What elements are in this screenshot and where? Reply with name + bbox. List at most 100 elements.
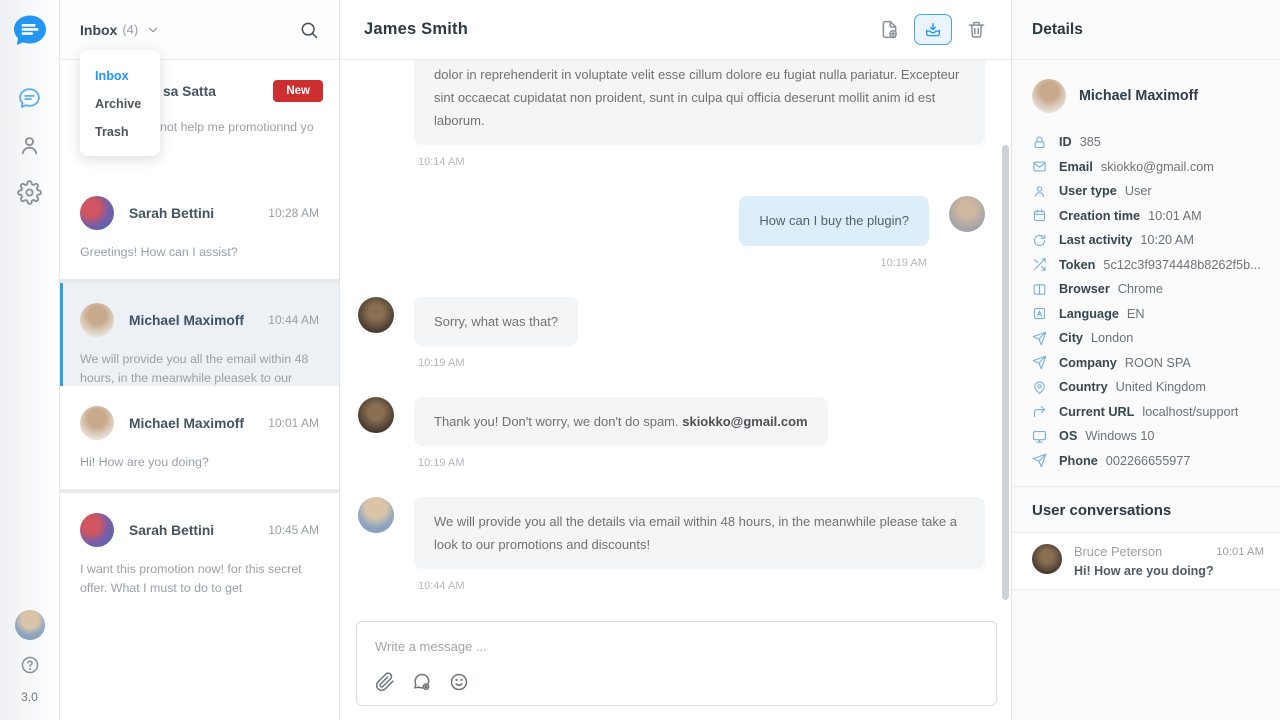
message-time: 10:19 AM xyxy=(418,357,578,369)
field-os: OS Windows 10 xyxy=(1012,424,1280,449)
message-time: 10:44 AM xyxy=(418,580,985,592)
conversation-item-michael-selected[interactable]: Michael Maximoff 10:44 AM We will provid… xyxy=(60,283,339,386)
chat-title: James Smith xyxy=(364,20,468,39)
avatar xyxy=(1032,79,1066,113)
user-conversations-heading: User conversations xyxy=(1012,487,1280,532)
message-bubble: Sorry, what was that? xyxy=(414,297,578,346)
conversation-list: sa Satta New not help me promotionnd yo … xyxy=(60,60,339,720)
message-time: 10:19 AM xyxy=(881,257,927,269)
saved-replies-icon[interactable] xyxy=(412,672,432,692)
conversation-preview: Hi! How are you doing? xyxy=(80,453,319,472)
user-fields: ID 385 Email skiokko@gmail.com User type… xyxy=(1012,130,1280,473)
field-token: Token 5c12c3f9374448b8262f5b... xyxy=(1012,253,1280,278)
chat-actions xyxy=(879,14,987,45)
conversation-time: 10:28 AM xyxy=(268,206,319,220)
message-bubble: We will provide you all the details via … xyxy=(414,497,985,569)
app-logo-icon[interactable] xyxy=(11,12,49,50)
field-phone: Phone 002266655977 xyxy=(1012,449,1280,474)
attachment-icon[interactable] xyxy=(375,672,395,692)
send-icon xyxy=(1032,355,1047,370)
field-user-type: User type User xyxy=(1012,179,1280,204)
chevron-down-icon[interactable] xyxy=(146,23,160,37)
avatar xyxy=(358,497,394,533)
language-icon xyxy=(1032,306,1047,321)
dropdown-item-archive[interactable]: Archive xyxy=(80,90,160,118)
conversations-icon[interactable] xyxy=(17,86,42,111)
rail-nav xyxy=(17,86,42,205)
avatar xyxy=(358,297,394,333)
message-incoming: We will provide you all the details via … xyxy=(358,497,985,592)
conversation-preview: We will provide you all the email within… xyxy=(80,350,319,386)
field-id: ID 385 xyxy=(1012,130,1280,155)
add-note-icon[interactable] xyxy=(879,19,900,40)
details-panel: Details Michael Maximoff ID 385 Email sk… xyxy=(1012,0,1280,720)
conversation-name: Sarah Bettini xyxy=(129,206,262,221)
message-outgoing: How can I buy the plugin? 10:19 AM xyxy=(358,196,985,268)
folder-selector[interactable]: Inbox xyxy=(80,22,117,38)
conversation-preview: Greetings! How can I assist? xyxy=(80,243,319,262)
export-download-icon xyxy=(924,21,942,39)
conversation-item-michael-2[interactable]: Michael Maximoff 10:01 AM Hi! How are yo… xyxy=(60,386,339,489)
user-icon xyxy=(1032,184,1047,199)
message-bubble: Thank you! Don't worry, we don't do spam… xyxy=(414,397,828,446)
shuffle-icon xyxy=(1032,257,1047,272)
conversation-name: Michael Maximoff xyxy=(129,313,262,328)
user-conversation-item[interactable]: Bruce Peterson 10:01 AM Hi! How are you … xyxy=(1012,532,1280,590)
details-header: Details xyxy=(1012,0,1280,60)
conversation-preview: I want this promotion now! for this secr… xyxy=(80,560,319,596)
user-conversation-preview: Hi! How are you doing? xyxy=(1074,564,1264,578)
send-icon xyxy=(1032,331,1047,346)
message-composer xyxy=(356,621,997,706)
avatar xyxy=(80,513,114,547)
conversation-time: 10:45 AM xyxy=(268,523,319,537)
contacts-icon[interactable] xyxy=(17,133,42,158)
emoji-icon[interactable] xyxy=(449,672,469,692)
composer-icons xyxy=(375,672,469,692)
conversation-item-sarah-2[interactable]: Sarah Bettini 10:45 AM I want this promo… xyxy=(60,493,339,596)
folder-dropdown: Inbox Archive Trash xyxy=(80,50,160,156)
dropdown-item-inbox[interactable]: Inbox xyxy=(80,62,160,90)
message-bubble: dolor in reprehenderit in voluptate veli… xyxy=(414,60,985,145)
rail-footer: 3.0 xyxy=(15,610,45,720)
settings-icon[interactable] xyxy=(17,180,42,205)
calendar-icon xyxy=(1032,208,1047,223)
avatar xyxy=(358,397,394,433)
field-country: Country United Kingdom xyxy=(1012,375,1280,400)
conversation-name: Sarah Bettini xyxy=(129,523,262,538)
conversation-name: Michael Maximoff xyxy=(129,416,262,431)
message-bubble: How can I buy the plugin? xyxy=(739,196,929,245)
refresh-icon xyxy=(1032,233,1047,248)
chat-header: James Smith xyxy=(340,0,1011,60)
field-email: Email skiokko@gmail.com xyxy=(1012,155,1280,180)
export-download-button[interactable] xyxy=(914,14,952,45)
message-incoming: Sorry, what was that? 10:19 AM xyxy=(358,297,985,369)
dropdown-item-trash[interactable]: Trash xyxy=(80,118,160,146)
monitor-icon xyxy=(1032,429,1047,444)
avatar xyxy=(80,303,114,337)
search-icon[interactable] xyxy=(299,20,319,40)
folder-count: (4) xyxy=(122,22,138,37)
field-current-url: Current URL localhost/support xyxy=(1012,400,1280,425)
avatar xyxy=(949,196,985,232)
message-input[interactable] xyxy=(357,622,970,654)
chat-panel: James Smith xyxy=(340,0,1012,720)
field-creation-time: Creation time 10:01 AM xyxy=(1012,204,1280,229)
help-icon[interactable] xyxy=(20,655,40,675)
delete-icon[interactable] xyxy=(966,19,987,40)
message-text: Thank you! Don't worry, we don't do spam… xyxy=(434,414,682,429)
conversation-time: 10:01 AM xyxy=(268,416,319,430)
field-language: Language EN xyxy=(1012,302,1280,327)
chat-scrollbar[interactable] xyxy=(1002,145,1009,600)
conversations-panel: Inbox (4) Inbox Archive Trash sa Satta N… xyxy=(60,0,340,720)
new-badge: New xyxy=(273,80,323,102)
user-profile: Michael Maximoff xyxy=(1012,60,1280,126)
browser-icon xyxy=(1032,282,1047,297)
avatar xyxy=(1032,544,1062,574)
user-conversation-name: Bruce Peterson xyxy=(1074,544,1216,559)
conversation-item-sarah-1[interactable]: Sarah Bettini 10:28 AM Greetings! How ca… xyxy=(60,176,339,279)
conversation-time: 10:44 AM xyxy=(268,313,319,327)
app-rail: 3.0 xyxy=(0,0,60,720)
message-email: skiokko@gmail.com xyxy=(682,414,807,429)
current-user-avatar[interactable] xyxy=(15,610,45,640)
lock-icon xyxy=(1032,135,1047,150)
